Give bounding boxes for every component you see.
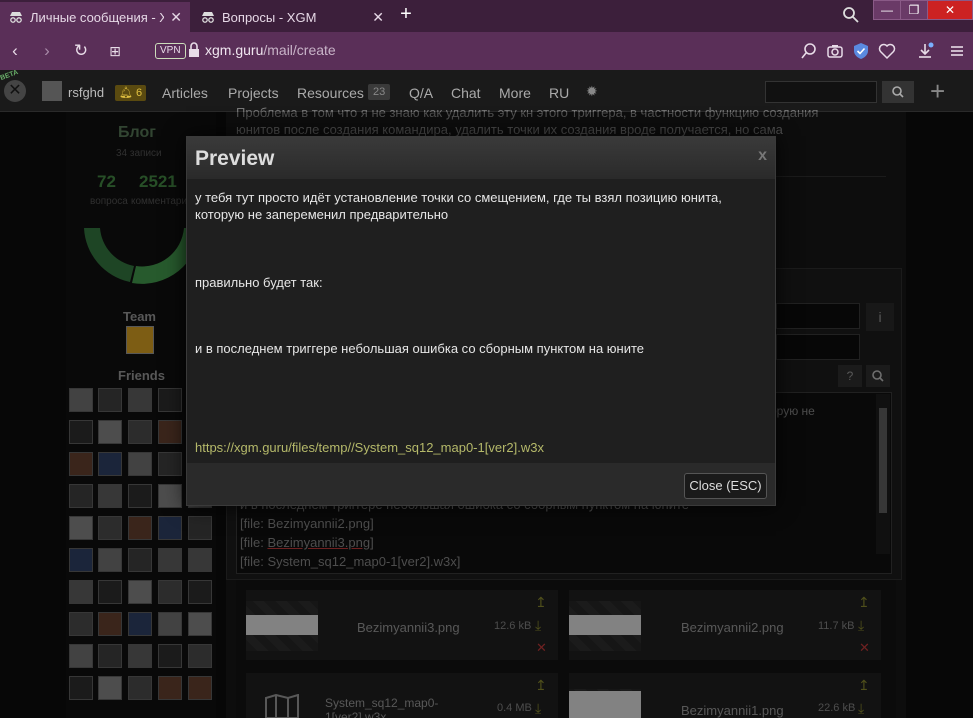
incognito-icon <box>8 9 24 25</box>
camera-icon[interactable] <box>826 42 844 60</box>
browser-tab-bar: Личные сообщения - XGM ✕ Вопросы - XGM ✕… <box>0 0 973 32</box>
preview-paragraph: правильно будет так: <box>195 275 323 290</box>
tab-title: Вопросы - XGM <box>222 9 317 25</box>
notification-badge[interactable]: 🔔︎ 6 <box>115 85 147 101</box>
avatar[interactable] <box>42 81 62 101</box>
preview-file-link[interactable]: https://xgm.guru/files/temp//System_sq12… <box>195 440 544 455</box>
add-icon[interactable]: + <box>930 76 945 107</box>
url-path: /mail/create <box>263 42 336 58</box>
reload-icon[interactable]: ↻ <box>70 40 92 62</box>
preview-paragraph: у тебя тут просто идёт установление точк… <box>195 190 722 222</box>
vpn-badge[interactable]: VPN <box>155 43 186 59</box>
address-bar: ‹ › ↻ ⊞ VPN xgm.guru/mail/create <box>0 32 973 70</box>
nav-chat[interactable]: Chat <box>451 85 481 101</box>
modal-body: у тебя тут просто идёт установление точк… <box>187 179 775 463</box>
modal-close-icon[interactable]: x <box>758 147 767 165</box>
site-search-input[interactable] <box>765 81 877 103</box>
username-link[interactable]: rsfghd <box>68 85 104 100</box>
speed-dial-icon[interactable]: ⊞ <box>104 40 126 62</box>
tab-close-icon[interactable]: ✕ <box>170 9 182 26</box>
gear-icon[interactable]: ✹ <box>586 83 598 100</box>
nav-projects[interactable]: Projects <box>228 85 279 101</box>
download-icon[interactable] <box>916 42 934 60</box>
notification-count: 6 <box>136 87 143 99</box>
preview-paragraph: и в последнем триггере небольшая ошибка … <box>195 341 645 356</box>
tab-questions[interactable]: Вопросы - XGM ✕ <box>192 2 392 32</box>
url-host: xgm.guru <box>205 42 264 58</box>
shield-icon[interactable] <box>852 42 870 60</box>
nav-resources[interactable]: Resources <box>297 85 364 101</box>
tab-title: Личные сообщения - XGM <box>30 9 165 25</box>
bell-icon: 🔔︎ <box>119 87 133 99</box>
minimize-button[interactable]: — <box>873 0 901 20</box>
forward-icon[interactable]: › <box>36 40 58 62</box>
tab-close-icon[interactable]: ✕ <box>372 9 384 26</box>
nav-qa[interactable]: Q/A <box>409 85 433 101</box>
incognito-icon <box>200 9 216 25</box>
search-icon[interactable] <box>842 6 860 24</box>
nav-language[interactable]: RU <box>549 85 569 101</box>
close-window-button[interactable]: ✕ <box>927 0 973 20</box>
tab-messages[interactable]: Личные сообщения - XGM ✕ <box>0 2 190 32</box>
site-logo-icon[interactable]: ✕ <box>4 80 26 102</box>
resources-count-badge: 23 <box>368 84 391 100</box>
restore-button[interactable]: ❐ <box>900 0 928 20</box>
new-tab-button[interactable]: + <box>396 4 416 26</box>
url-field[interactable]: xgm.guru/mail/create <box>205 42 336 58</box>
search-icon <box>892 86 904 98</box>
heart-icon[interactable] <box>878 42 896 60</box>
modal-title: Preview <box>195 147 275 170</box>
search-page-icon[interactable] <box>800 42 818 60</box>
site-search-button[interactable] <box>882 81 914 103</box>
nav-more[interactable]: More <box>499 85 531 101</box>
menu-icon[interactable] <box>948 42 966 60</box>
lock-icon[interactable] <box>188 42 200 58</box>
modal-footer: Close (ESC) <box>187 463 775 505</box>
modal-header: Preview x <box>187 137 775 179</box>
preview-modal: Preview x у тебя тут просто идёт установ… <box>186 136 776 506</box>
nav-articles[interactable]: Articles <box>162 85 208 101</box>
close-button[interactable]: Close (ESC) <box>684 473 767 499</box>
back-icon[interactable]: ‹ <box>4 40 26 62</box>
